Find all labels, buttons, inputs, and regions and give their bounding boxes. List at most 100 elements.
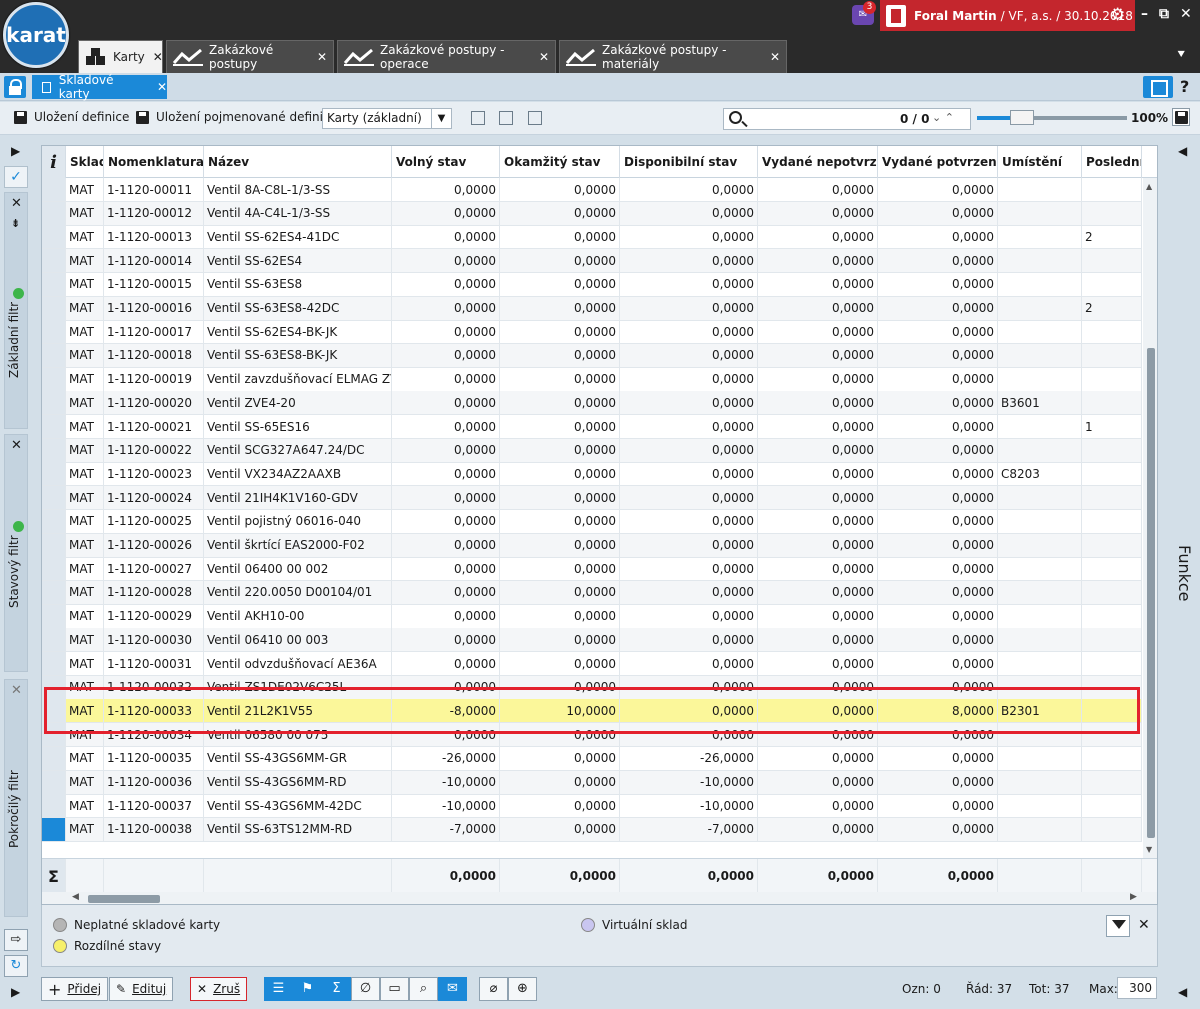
table-cell[interactable] [998, 746, 1082, 770]
table-row[interactable]: MAT 1-1120-00013 Ventil SS-62ES4-41DC 0,000… [42, 225, 1142, 250]
table-cell[interactable]: MAT [66, 296, 104, 320]
table-cell[interactable]: Ventil SS-65ES16 [204, 415, 392, 438]
save-definition-button[interactable]: Uložení definice [14, 110, 129, 124]
table-cell[interactable]: Ventil SS-63ES8-BK-JK [204, 343, 392, 367]
table-cell[interactable]: 0,0000 [620, 462, 758, 486]
tabs-overflow-icon[interactable]: ⯆ [1176, 48, 1186, 63]
table-cell[interactable]: 0,0000 [878, 178, 998, 201]
table-cell[interactable]: 0,0000 [758, 438, 878, 462]
row-selector[interactable] [42, 557, 66, 581]
row-selector[interactable] [42, 509, 66, 533]
table-cell[interactable]: 0,0000 [758, 486, 878, 510]
table-cell[interactable]: 0,0000 [878, 272, 998, 296]
table-cell[interactable]: MAT [66, 699, 104, 723]
save-named-definition-button[interactable]: Uložení pojmenované definice [136, 110, 337, 124]
table-row[interactable]: MAT 1-1120-00033 Ventil 21L2K1V55 -8,0000 10… [42, 699, 1142, 724]
table-cell[interactable]: MAT [66, 249, 104, 273]
table-cell[interactable] [998, 652, 1082, 675]
table-row[interactable]: MAT 1-1120-00025 Ventil pojistný 06016-040… [42, 509, 1142, 534]
columns-icon[interactable]: ☰ [264, 977, 293, 1001]
table-cell[interactable]: 1-1120-00022 [104, 438, 204, 462]
table-row[interactable]: MAT 1-1120-00029 Ventil AKH10-00 0,0000 0,00… [42, 604, 1142, 629]
table-cell[interactable]: 0,0000 [878, 557, 998, 581]
row-selector[interactable] [42, 320, 66, 344]
scroll-thumb[interactable] [88, 895, 160, 903]
table-cell[interactable]: C8203 [998, 462, 1082, 486]
table-cell[interactable] [1082, 462, 1142, 486]
table-cell[interactable] [1082, 438, 1142, 462]
table-cell[interactable]: 1-1120-00035 [104, 746, 204, 770]
table-cell[interactable]: Ventil 21IH4K1V160-GDV [204, 486, 392, 510]
table-cell[interactable]: -26,0000 [620, 746, 758, 770]
row-selector[interactable] [42, 746, 66, 770]
table-cell[interactable] [1082, 699, 1142, 723]
table-cell[interactable]: 0,0000 [878, 249, 998, 273]
table-cell[interactable]: MAT [66, 438, 104, 462]
table-cell[interactable]: 1-1120-00030 [104, 628, 204, 652]
table-cell[interactable]: 0,0000 [500, 770, 620, 794]
subtab-skladove-karty[interactable]: Skladové karty ✕ [32, 73, 167, 101]
scroll-thumb[interactable] [1147, 348, 1155, 838]
preview-icon[interactable]: ⌕ [409, 977, 438, 1001]
table-cell[interactable]: Ventil 4A-C4L-1/3-SS [204, 201, 392, 225]
lock-icon[interactable] [4, 76, 26, 98]
table-cell[interactable]: 0,0000 [620, 343, 758, 367]
table-cell[interactable]: 0,0000 [500, 462, 620, 486]
close-tab-icon[interactable]: ✕ [317, 50, 327, 64]
row-selector[interactable] [42, 296, 66, 320]
table-cell[interactable]: 0,0000 [758, 272, 878, 296]
row-selector[interactable] [42, 391, 66, 415]
row-selector[interactable] [42, 580, 66, 604]
table-cell[interactable]: 0,0000 [878, 201, 998, 225]
table-row[interactable]: MAT 1-1120-00015 Ventil SS-63ES8 0,0000 0,00… [42, 272, 1142, 297]
table-cell[interactable]: 1-1120-00033 [104, 699, 204, 723]
table-cell[interactable]: 0,0000 [758, 391, 878, 415]
row-selector[interactable] [42, 462, 66, 486]
upload-icon[interactable] [528, 111, 542, 125]
table-cell[interactable]: 0,0000 [500, 415, 620, 438]
table-cell[interactable]: Ventil SS-62ES4-BK-JK [204, 320, 392, 344]
data-grid[interactable]: i Sklad Nomenklatura Název Volný stav Okamžit… [41, 145, 1158, 905]
table-cell[interactable]: 0,0000 [878, 296, 998, 320]
table-cell[interactable]: 1-1120-00034 [104, 723, 204, 747]
table-cell[interactable] [1082, 580, 1142, 604]
table-row[interactable]: MAT 1-1120-00034 Ventil 06580 00 075 0,0000… [42, 723, 1142, 748]
status-filter-panel[interactable]: ✕ Stavový filtr [4, 434, 28, 672]
table-cell[interactable]: MAT [66, 320, 104, 344]
table-cell[interactable] [998, 486, 1082, 510]
table-cell[interactable]: 0,0000 [878, 604, 998, 628]
table-cell[interactable]: -7,0000 [620, 817, 758, 841]
table-cell[interactable]: 0,0000 [878, 225, 998, 249]
table-cell[interactable] [1082, 628, 1142, 652]
table-cell[interactable]: 1-1120-00019 [104, 367, 204, 391]
cancel-button[interactable]: ✕ Zruš [190, 977, 248, 1001]
table-cell[interactable]: 1-1120-00036 [104, 770, 204, 794]
table-cell[interactable]: Ventil SS-63ES8 [204, 272, 392, 296]
table-cell[interactable] [998, 320, 1082, 344]
table-cell[interactable]: 0,0000 [620, 533, 758, 557]
table-cell[interactable]: 1-1120-00016 [104, 296, 204, 320]
table-cell[interactable]: 0,0000 [392, 201, 500, 225]
table-cell[interactable] [998, 296, 1082, 320]
table-cell[interactable]: Ventil SS-62ES4-41DC [204, 225, 392, 249]
table-cell[interactable]: MAT [66, 557, 104, 581]
table-cell[interactable]: 0,0000 [878, 652, 998, 675]
comment-icon[interactable]: ✉ [438, 977, 467, 1001]
table-cell[interactable]: MAT [66, 533, 104, 557]
table-cell[interactable]: 0,0000 [758, 723, 878, 747]
table-cell[interactable]: 0,0000 [758, 557, 878, 581]
table-cell[interactable]: Ventil 06400 00 002 [204, 557, 392, 581]
collapse-arrow-icon[interactable]: ◀ [1178, 985, 1187, 999]
table-cell[interactable]: 0,0000 [878, 794, 998, 818]
table-cell[interactable] [1082, 557, 1142, 581]
table-cell[interactable]: MAT [66, 509, 104, 533]
sum-icon[interactable]: Σ [322, 977, 351, 1001]
table-cell[interactable]: 0,0000 [620, 415, 758, 438]
table-cell[interactable]: 0,0000 [392, 462, 500, 486]
search-box[interactable]: 0 / 0 ⌄ ⌃ [723, 108, 971, 130]
table-cell[interactable]: 1-1120-00028 [104, 580, 204, 604]
table-cell[interactable]: 0,0000 [392, 320, 500, 344]
close-icon[interactable]: ✕ [11, 438, 22, 453]
table-cell[interactable]: 0,0000 [392, 509, 500, 533]
table-cell[interactable]: 0,0000 [620, 557, 758, 581]
